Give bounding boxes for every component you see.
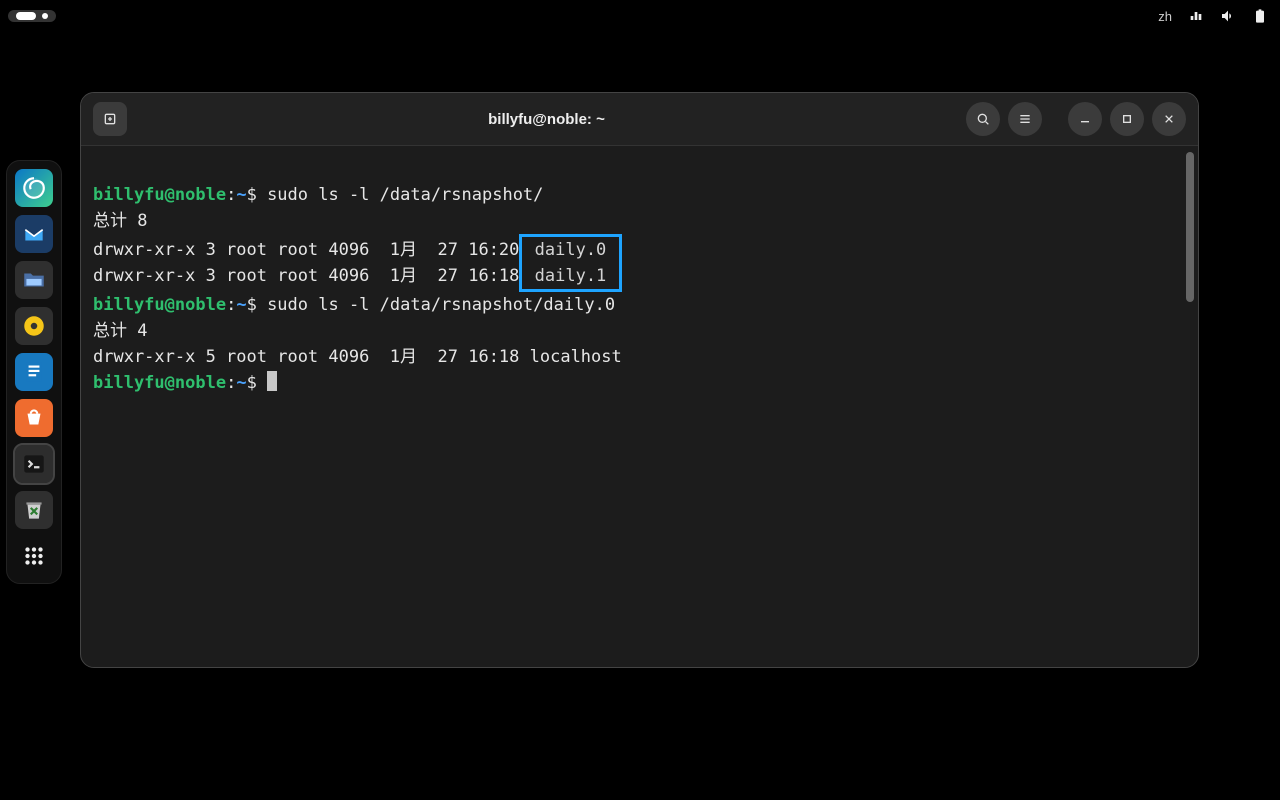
output1-row2-pre: drwxr-xr-x 3 root root 4096 1月 27 16:18 xyxy=(93,266,519,286)
scrollbar-thumb[interactable] xyxy=(1186,152,1194,302)
network-icon[interactable] xyxy=(1188,8,1204,24)
terminal-title: billyfu@noble: ~ xyxy=(135,111,958,128)
dock-app-rhythmbox[interactable] xyxy=(15,307,53,345)
output2-row1: drwxr-xr-x 5 root root 4096 1月 27 16:18 … xyxy=(93,347,622,367)
output2-total: 总计 4 xyxy=(93,321,147,341)
dock-app-edge[interactable] xyxy=(15,169,53,207)
output1-row1-pre: drwxr-xr-x 3 root root 4096 1月 27 16:20 xyxy=(93,240,519,260)
dock-app-files[interactable] xyxy=(15,261,53,299)
output1-total: 总计 8 xyxy=(93,211,147,231)
prompt-user: billyfu@noble xyxy=(93,185,226,205)
minimize-button[interactable] xyxy=(1068,102,1102,136)
prompt-user: billyfu@noble xyxy=(93,295,226,315)
highlight-daily1: daily.1 xyxy=(519,263,621,292)
volume-icon[interactable] xyxy=(1220,8,1236,24)
prompt-path: ~ xyxy=(236,295,246,315)
prompt-symbol: $ xyxy=(247,295,257,315)
highlight-daily0: daily.0 xyxy=(519,234,621,263)
cursor xyxy=(267,371,277,391)
prompt-symbol: $ xyxy=(247,185,257,205)
terminal-body[interactable]: billyfu@noble:~$ sudo ls -l /data/rsnaps… xyxy=(81,146,1198,667)
prompt-user: billyfu@noble xyxy=(93,373,226,393)
dock-app-software[interactable] xyxy=(15,399,53,437)
command-2: sudo ls -l /data/rsnapshot/daily.0 xyxy=(267,295,615,315)
maximize-button[interactable] xyxy=(1110,102,1144,136)
prompt-path: ~ xyxy=(236,373,246,393)
terminal-window: billyfu@noble: ~ billyfu@noble:~$ sudo l… xyxy=(80,92,1199,668)
dock xyxy=(6,160,62,584)
command-1: sudo ls -l /data/rsnapshot/ xyxy=(267,185,543,205)
dock-app-terminal[interactable] xyxy=(15,445,53,483)
dock-app-show-apps[interactable] xyxy=(15,537,53,575)
dock-app-writer[interactable] xyxy=(15,353,53,391)
prompt-path: ~ xyxy=(236,185,246,205)
menu-button[interactable] xyxy=(1008,102,1042,136)
dock-app-thunderbird[interactable] xyxy=(15,215,53,253)
new-tab-button[interactable] xyxy=(93,102,127,136)
battery-icon[interactable] xyxy=(1252,8,1268,24)
top-bar: zh xyxy=(0,0,1280,32)
activities-pill[interactable] xyxy=(8,10,56,22)
prompt-symbol: $ xyxy=(247,373,257,393)
terminal-titlebar: billyfu@noble: ~ xyxy=(81,93,1198,146)
close-button[interactable] xyxy=(1152,102,1186,136)
search-button[interactable] xyxy=(966,102,1000,136)
dock-app-trash[interactable] xyxy=(15,491,53,529)
input-method-indicator[interactable]: zh xyxy=(1158,9,1172,24)
